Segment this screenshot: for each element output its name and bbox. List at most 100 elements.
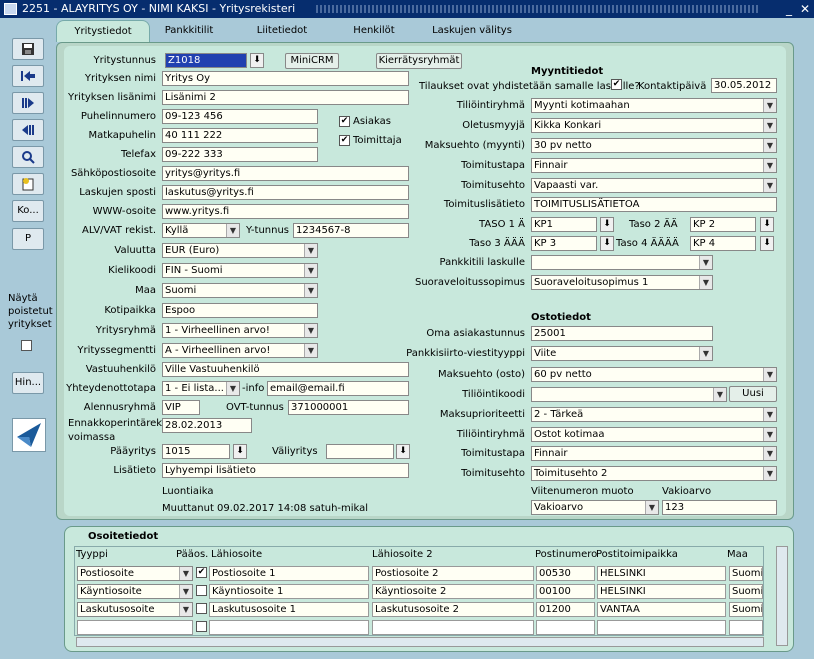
row2-zip[interactable]: 00100 bbox=[536, 584, 595, 599]
email-field[interactable]: yritys@yritys.fi bbox=[162, 166, 409, 181]
ko-button[interactable]: Ko... bbox=[12, 200, 44, 222]
row4-addr1[interactable] bbox=[209, 620, 369, 635]
row3-zip[interactable]: 01200 bbox=[536, 602, 595, 617]
taso2-lookup[interactable]: ⬇ bbox=[760, 217, 774, 232]
ovt-field[interactable]: 371000001 bbox=[288, 400, 409, 415]
row1-main-checkbox[interactable]: ✔ bbox=[196, 567, 207, 578]
table-row-type[interactable]: Laskutusosoite ▼ bbox=[77, 602, 193, 617]
yritystunnus-lookup[interactable]: ⬇ bbox=[250, 53, 264, 68]
table-row-type[interactable]: Postiosoite ▼ bbox=[77, 566, 193, 581]
tilaukset-checkbox[interactable]: ✔ bbox=[611, 79, 622, 90]
close-button[interactable]: ✕ bbox=[798, 0, 812, 18]
valiyritys-lookup[interactable]: ⬇ bbox=[396, 444, 410, 459]
paayritys-lookup[interactable]: ⬇ bbox=[233, 444, 247, 459]
kotipaikka-field[interactable]: Espoo bbox=[162, 303, 318, 318]
row1-city[interactable]: HELSINKI bbox=[597, 566, 726, 581]
oma-field[interactable]: 25001 bbox=[531, 326, 713, 341]
ryhma-dropdown[interactable]: 1 - Virheellinen arvo! ▼ bbox=[162, 323, 318, 338]
tab-liitetiedot[interactable]: Liitetiedot bbox=[242, 20, 322, 42]
row4-type[interactable] bbox=[77, 620, 193, 635]
puhelin-field[interactable]: 09-123 456 bbox=[162, 109, 318, 124]
new-record-button[interactable] bbox=[12, 173, 44, 195]
row1-country[interactable]: Suomi bbox=[729, 566, 763, 581]
row4-zip[interactable] bbox=[536, 620, 595, 635]
taso1-field[interactable]: KP1 bbox=[531, 217, 597, 232]
minimize-button[interactable]: _ bbox=[782, 0, 796, 18]
row1-zip[interactable]: 00530 bbox=[536, 566, 595, 581]
vastuu-field[interactable]: Ville Vastuuhenkilö bbox=[162, 362, 409, 377]
purchase-toimitusehto-dropdown[interactable]: Toimitusehto 2 ▼ bbox=[531, 466, 777, 481]
row4-addr2[interactable] bbox=[372, 620, 534, 635]
www-field[interactable]: www.yritys.fi bbox=[162, 204, 409, 219]
taso2-field[interactable]: KP 2 bbox=[690, 217, 756, 232]
row2-addr2[interactable]: Käyntiosoite 2 bbox=[372, 584, 534, 599]
valuutta-dropdown[interactable]: EUR (Euro) ▼ bbox=[162, 243, 318, 258]
row2-city[interactable]: HELSINKI bbox=[597, 584, 726, 599]
row3-main-checkbox[interactable] bbox=[196, 603, 207, 614]
tilikoodi-dropdown[interactable]: ▼ bbox=[531, 387, 727, 402]
row3-addr1[interactable]: Laskutusosoite 1 bbox=[209, 602, 369, 617]
p-button[interactable]: P bbox=[12, 228, 44, 250]
telefax-field[interactable]: 09-222 333 bbox=[162, 147, 318, 162]
minicrm-button[interactable]: MiniCRM bbox=[285, 53, 339, 69]
prev-record-button[interactable] bbox=[12, 119, 44, 141]
row3-addr2[interactable]: Laskutusosoite 2 bbox=[372, 602, 534, 617]
sales-toimitustapa-dropdown[interactable]: Finnair ▼ bbox=[531, 158, 777, 173]
row3-country[interactable]: Suomi bbox=[729, 602, 763, 617]
ennakko-field[interactable]: 28.02.2013 bbox=[162, 418, 252, 433]
row1-addr1[interactable]: Postiosoite 1 bbox=[209, 566, 369, 581]
viite-dropdown[interactable]: Viite ▼ bbox=[531, 346, 713, 361]
hin-button[interactable]: Hin... bbox=[12, 372, 44, 394]
prio-dropdown[interactable]: 2 - Tärkeä ▼ bbox=[531, 407, 777, 422]
suora-dropdown[interactable]: Suoraveloitusopimus 1 ▼ bbox=[531, 275, 713, 290]
matka-field[interactable]: 40 111 222 bbox=[162, 128, 318, 143]
lisanimi-field[interactable]: Lisänimi 2 bbox=[162, 90, 409, 105]
toimlisa-field[interactable]: TOIMITUSLISÄTIETOA bbox=[531, 197, 777, 212]
nimi-field[interactable]: Yritys Oy bbox=[162, 71, 409, 86]
row2-addr1[interactable]: Käyntiosoite 1 bbox=[209, 584, 369, 599]
row4-city[interactable] bbox=[597, 620, 726, 635]
sales-maksuehto-dropdown[interactable]: 30 pv netto ▼ bbox=[531, 138, 777, 153]
taso1-lookup[interactable]: ⬇ bbox=[600, 217, 614, 232]
row4-main-checkbox[interactable] bbox=[196, 621, 207, 632]
vertical-scrollbar[interactable] bbox=[776, 546, 788, 646]
tab-pankkitilit[interactable]: Pankkitilit bbox=[152, 20, 226, 42]
save-button[interactable] bbox=[12, 38, 44, 60]
row2-main-checkbox[interactable] bbox=[196, 585, 207, 596]
sales-tiliointi-dropdown[interactable]: Myynti kotimaahan ▼ bbox=[531, 98, 777, 113]
row1-addr2[interactable]: Postiosoite 2 bbox=[372, 566, 534, 581]
paayritys-field[interactable]: 1015 bbox=[162, 444, 230, 459]
taso3-lookup[interactable]: ⬇ bbox=[600, 236, 614, 251]
kieli-dropdown[interactable]: FIN - Suomi ▼ bbox=[162, 263, 318, 278]
laskuposti-field[interactable]: laskutus@yritys.fi bbox=[162, 185, 409, 200]
tab-laskujen-valitys[interactable]: Laskujen välitys bbox=[420, 20, 524, 42]
taso3-field[interactable]: KP 3 bbox=[531, 236, 597, 251]
maa-dropdown[interactable]: Suomi ▼ bbox=[162, 283, 318, 298]
horizontal-scrollbar[interactable] bbox=[76, 637, 764, 647]
vakio-field[interactable]: 123 bbox=[662, 500, 777, 515]
show-deleted-checkbox[interactable] bbox=[21, 340, 32, 351]
viitemuoto-dropdown[interactable]: Vakioarvo ▼ bbox=[531, 500, 659, 515]
yritystunnus-field[interactable]: Z1018 bbox=[165, 53, 247, 68]
valiyritys-field[interactable] bbox=[326, 444, 394, 459]
lisatieto-field[interactable]: Lyhyempi lisätieto bbox=[162, 463, 409, 478]
asiakas-checkbox[interactable]: ✔ bbox=[339, 116, 350, 127]
tab-henkilot[interactable]: Henkilöt bbox=[340, 20, 408, 42]
myyja-dropdown[interactable]: Kikka Konkari ▼ bbox=[531, 118, 777, 133]
table-row-type[interactable]: Käyntiosoite ▼ bbox=[77, 584, 193, 599]
tab-yritystiedot[interactable]: Yritystiedot bbox=[56, 20, 150, 42]
alv-dropdown[interactable]: Kyllä ▼ bbox=[162, 223, 240, 238]
taso4-field[interactable]: KP 4 bbox=[690, 236, 756, 251]
segmentti-dropdown[interactable]: A - Virheellinen arvo! ▼ bbox=[162, 343, 318, 358]
pankkitili-dropdown[interactable]: ▼ bbox=[531, 255, 713, 270]
sales-toimitusehto-dropdown[interactable]: Vapaasti var. ▼ bbox=[531, 178, 777, 193]
first-record-button[interactable] bbox=[12, 65, 44, 87]
kierratysryhmat-button[interactable]: Kierrätysryhmät bbox=[376, 53, 462, 69]
row2-country[interactable]: Suomi bbox=[729, 584, 763, 599]
next-record-button[interactable] bbox=[12, 92, 44, 114]
ytunnus-field[interactable]: 1234567-8 bbox=[293, 223, 409, 238]
purchase-tiliointi-dropdown[interactable]: Ostot kotimaa ▼ bbox=[531, 427, 777, 442]
row4-country[interactable] bbox=[729, 620, 763, 635]
kontakti-field[interactable]: 30.05.2012 bbox=[711, 78, 777, 93]
taso4-lookup[interactable]: ⬇ bbox=[760, 236, 774, 251]
